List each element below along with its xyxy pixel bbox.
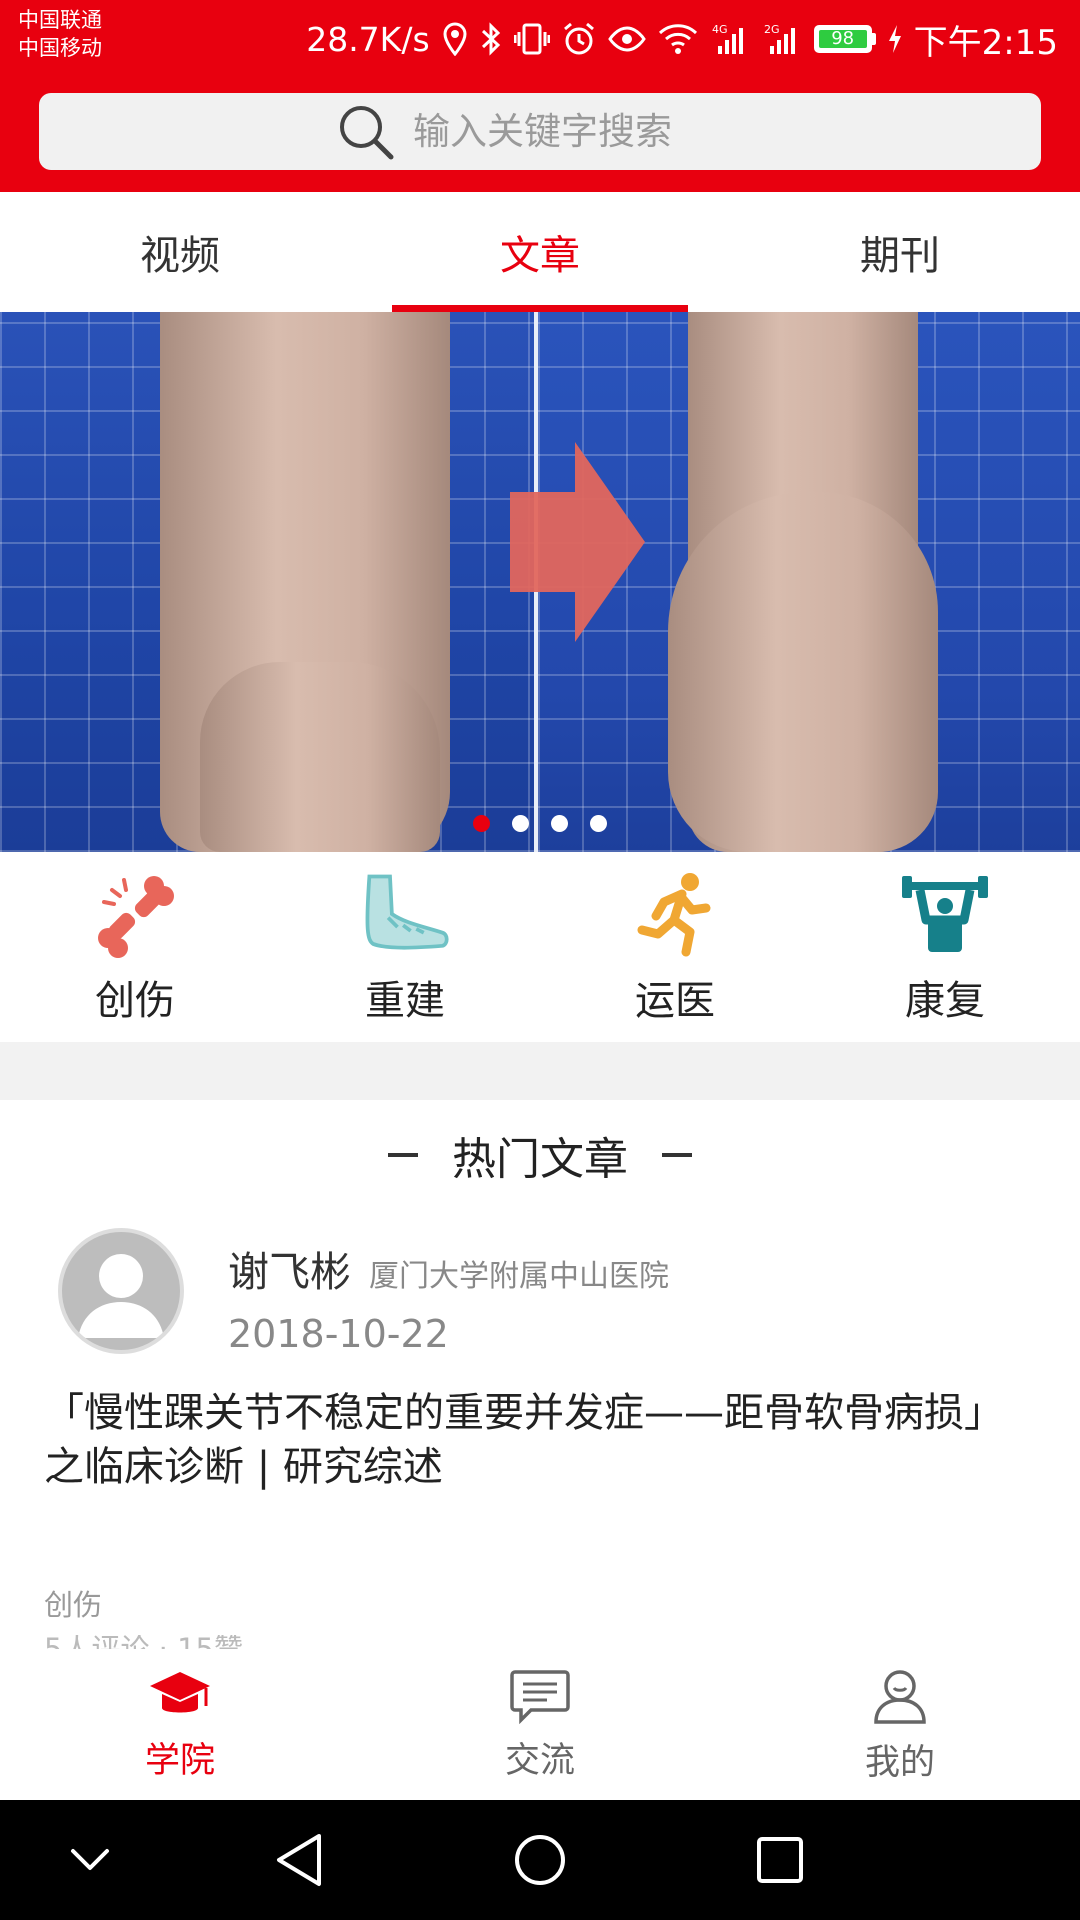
nav-mine[interactable]: 我的 bbox=[720, 1650, 1080, 1800]
status-bar: 中国联通 中国移动 28.7K/s 4G 2G 98 下午2:15 bbox=[0, 0, 1080, 80]
net-speed: 28.7K/s bbox=[306, 19, 430, 59]
article-category-tag: 创伤 bbox=[44, 1588, 103, 1622]
back-button[interactable] bbox=[260, 1800, 340, 1920]
nav-label: 我的 bbox=[864, 1742, 935, 1783]
svg-text:2G: 2G bbox=[764, 23, 780, 36]
clock: 下午2:15 bbox=[913, 22, 1058, 63]
section-divider bbox=[0, 1042, 1080, 1100]
category-reconstruction[interactable]: 重建 bbox=[270, 852, 540, 1042]
carousel-dot[interactable] bbox=[551, 815, 568, 832]
nav-academy[interactable]: 学院 bbox=[0, 1650, 360, 1800]
nav-label: 学院 bbox=[144, 1740, 215, 1781]
carrier-info: 中国联通 中国移动 bbox=[18, 6, 102, 62]
category-sports-medicine[interactable]: 运医 bbox=[540, 852, 810, 1042]
alarm-icon bbox=[563, 22, 594, 55]
category-label: 创伤 bbox=[95, 978, 175, 1024]
category-label: 康复 bbox=[905, 978, 985, 1024]
vibrate-icon bbox=[513, 23, 550, 55]
article-date: 2018-10-22 bbox=[228, 1312, 449, 1356]
user-icon bbox=[874, 1669, 926, 1724]
banner-image-before bbox=[0, 312, 536, 852]
hot-articles-heading: 热门文章 bbox=[0, 1100, 1080, 1210]
carousel-indicator bbox=[0, 815, 1080, 832]
broken-bone-icon bbox=[90, 868, 180, 958]
category-label: 运医 bbox=[635, 978, 715, 1024]
author-row: 谢飞彬 厦门大学附属中山医院 bbox=[228, 1238, 669, 1298]
recents-square-icon bbox=[757, 1837, 803, 1883]
chevron-down-icon bbox=[71, 1849, 109, 1870]
back-triangle-icon bbox=[277, 1834, 321, 1886]
signal-2g-icon: 2G bbox=[764, 23, 795, 54]
tab-journals[interactable]: 期刊 bbox=[720, 192, 1080, 312]
running-man-icon bbox=[630, 868, 720, 958]
tab-articles[interactable]: 文章 bbox=[360, 192, 720, 312]
article-stats: 5人评论 · 15赞 bbox=[44, 1635, 243, 1649]
author-organization: 厦门大学附属中山医院 bbox=[369, 1259, 669, 1294]
category-trauma[interactable]: 创伤 bbox=[0, 852, 270, 1042]
author-name[interactable]: 谢飞彬 bbox=[228, 1238, 351, 1298]
charging-icon bbox=[888, 25, 901, 53]
carousel-dot[interactable] bbox=[590, 815, 607, 832]
signal-4g-icon: 4G bbox=[712, 23, 743, 54]
status-icons: 28.7K/s 4G 2G 98 下午2:15 bbox=[306, 14, 1058, 64]
svg-text:4G: 4G bbox=[712, 23, 728, 36]
home-button[interactable] bbox=[500, 1800, 580, 1920]
home-circle-icon bbox=[515, 1835, 565, 1885]
section-title: 热门文章 bbox=[452, 1134, 628, 1185]
search-icon bbox=[340, 105, 394, 159]
carousel-dot[interactable] bbox=[473, 815, 490, 832]
search-bar[interactable] bbox=[39, 93, 1041, 170]
category-rehabilitation[interactable]: 康复 bbox=[810, 852, 1080, 1042]
nav-label: 交流 bbox=[504, 1740, 575, 1781]
graduation-cap-icon bbox=[150, 1671, 210, 1712]
battery-icon: 98 bbox=[813, 25, 876, 53]
eye-icon bbox=[607, 26, 646, 52]
category-grid: 创伤 重建 运医 康复 bbox=[0, 852, 1080, 1042]
chat-icon bbox=[510, 1669, 570, 1724]
banner-carousel[interactable] bbox=[0, 312, 1080, 852]
foot-bone-icon bbox=[360, 868, 450, 958]
default-avatar-icon bbox=[78, 1254, 164, 1338]
tab-video[interactable]: 视频 bbox=[0, 192, 360, 312]
recents-button[interactable] bbox=[740, 1800, 820, 1920]
article-card[interactable]: 谢飞彬 厦门大学附属中山医院 2018-10-22 「慢性踝关节不稳定的重要并发… bbox=[0, 1210, 1080, 1650]
nav-exchange[interactable]: 交流 bbox=[360, 1650, 720, 1800]
wifi-icon bbox=[658, 24, 697, 54]
bluetooth-icon bbox=[481, 22, 500, 56]
bottom-navigation: 学院 交流 我的 bbox=[0, 1650, 1080, 1800]
system-navigation-bar bbox=[0, 1800, 1080, 1920]
carousel-dot[interactable] bbox=[512, 815, 529, 832]
search-input[interactable] bbox=[413, 110, 743, 153]
location-icon bbox=[443, 22, 467, 56]
app-header: 中国联通 中国移动 28.7K/s 4G 2G 98 下午2:15 bbox=[0, 0, 1080, 192]
battery-level: 98 bbox=[818, 30, 867, 48]
collapse-button[interactable] bbox=[50, 1800, 130, 1920]
arrow-right-icon bbox=[510, 442, 645, 642]
carrier-2: 中国移动 bbox=[18, 36, 102, 60]
category-label: 重建 bbox=[365, 978, 445, 1024]
content-tabs: 视频 文章 期刊 bbox=[0, 192, 1080, 312]
carrier-1: 中国联通 bbox=[18, 8, 102, 32]
article-title[interactable]: 「慢性踝关节不稳定的重要并发症——距骨软骨病损」之临床诊断 | 研究综述 bbox=[44, 1386, 1034, 1494]
avatar[interactable] bbox=[58, 1228, 184, 1354]
dumbbell-lifter-icon bbox=[900, 868, 990, 958]
